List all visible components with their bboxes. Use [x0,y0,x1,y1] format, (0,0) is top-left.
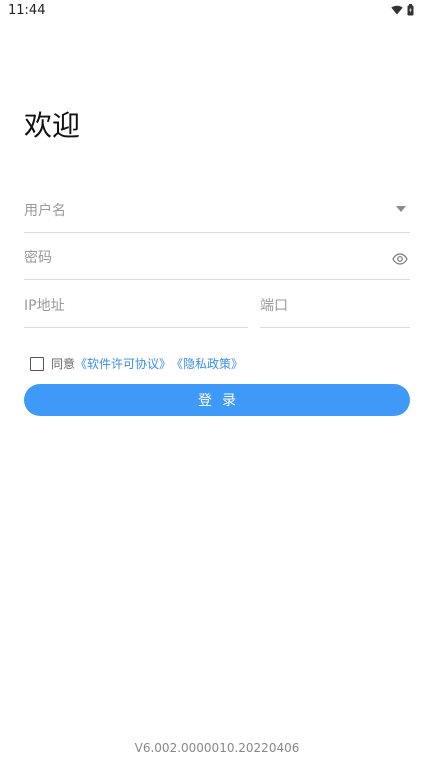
status-bar: 11:44 [0,0,434,22]
agreement-prefix: 同意 [51,357,76,371]
username-input[interactable] [24,198,353,224]
version-label: V6.002.0000010.20220406 [134,741,300,755]
ip-address-input[interactable] [24,293,215,319]
password-input[interactable] [24,245,353,271]
login-screen: 11:44 欢迎 用户名 IP地址 端口 同意 《软件许可协议》 《隐私政策》 … [0,0,434,772]
agreement-row: 同意 《软件许可协议》 《隐私政策》 [30,355,243,372]
port-input[interactable] [260,293,388,319]
agreement-checkbox[interactable] [30,356,44,371]
port-field[interactable] [260,281,410,328]
eye-icon[interactable] [392,250,408,269]
page-title: 欢迎 [24,109,81,142]
status-icons [391,4,414,16]
privacy-policy-link[interactable]: 《隐私政策》 [171,355,243,372]
license-agreement-link[interactable]: 《软件许可协议》 [75,355,171,372]
ip-address-field[interactable] [24,281,248,328]
dropdown-arrow-icon[interactable] [396,206,406,212]
login-button[interactable]: 登录 [24,384,410,416]
username-field[interactable] [24,186,410,233]
status-time: 11:44 [8,3,46,18]
password-field[interactable] [24,233,410,280]
battery-icon [407,4,414,16]
wifi-icon [391,5,403,15]
